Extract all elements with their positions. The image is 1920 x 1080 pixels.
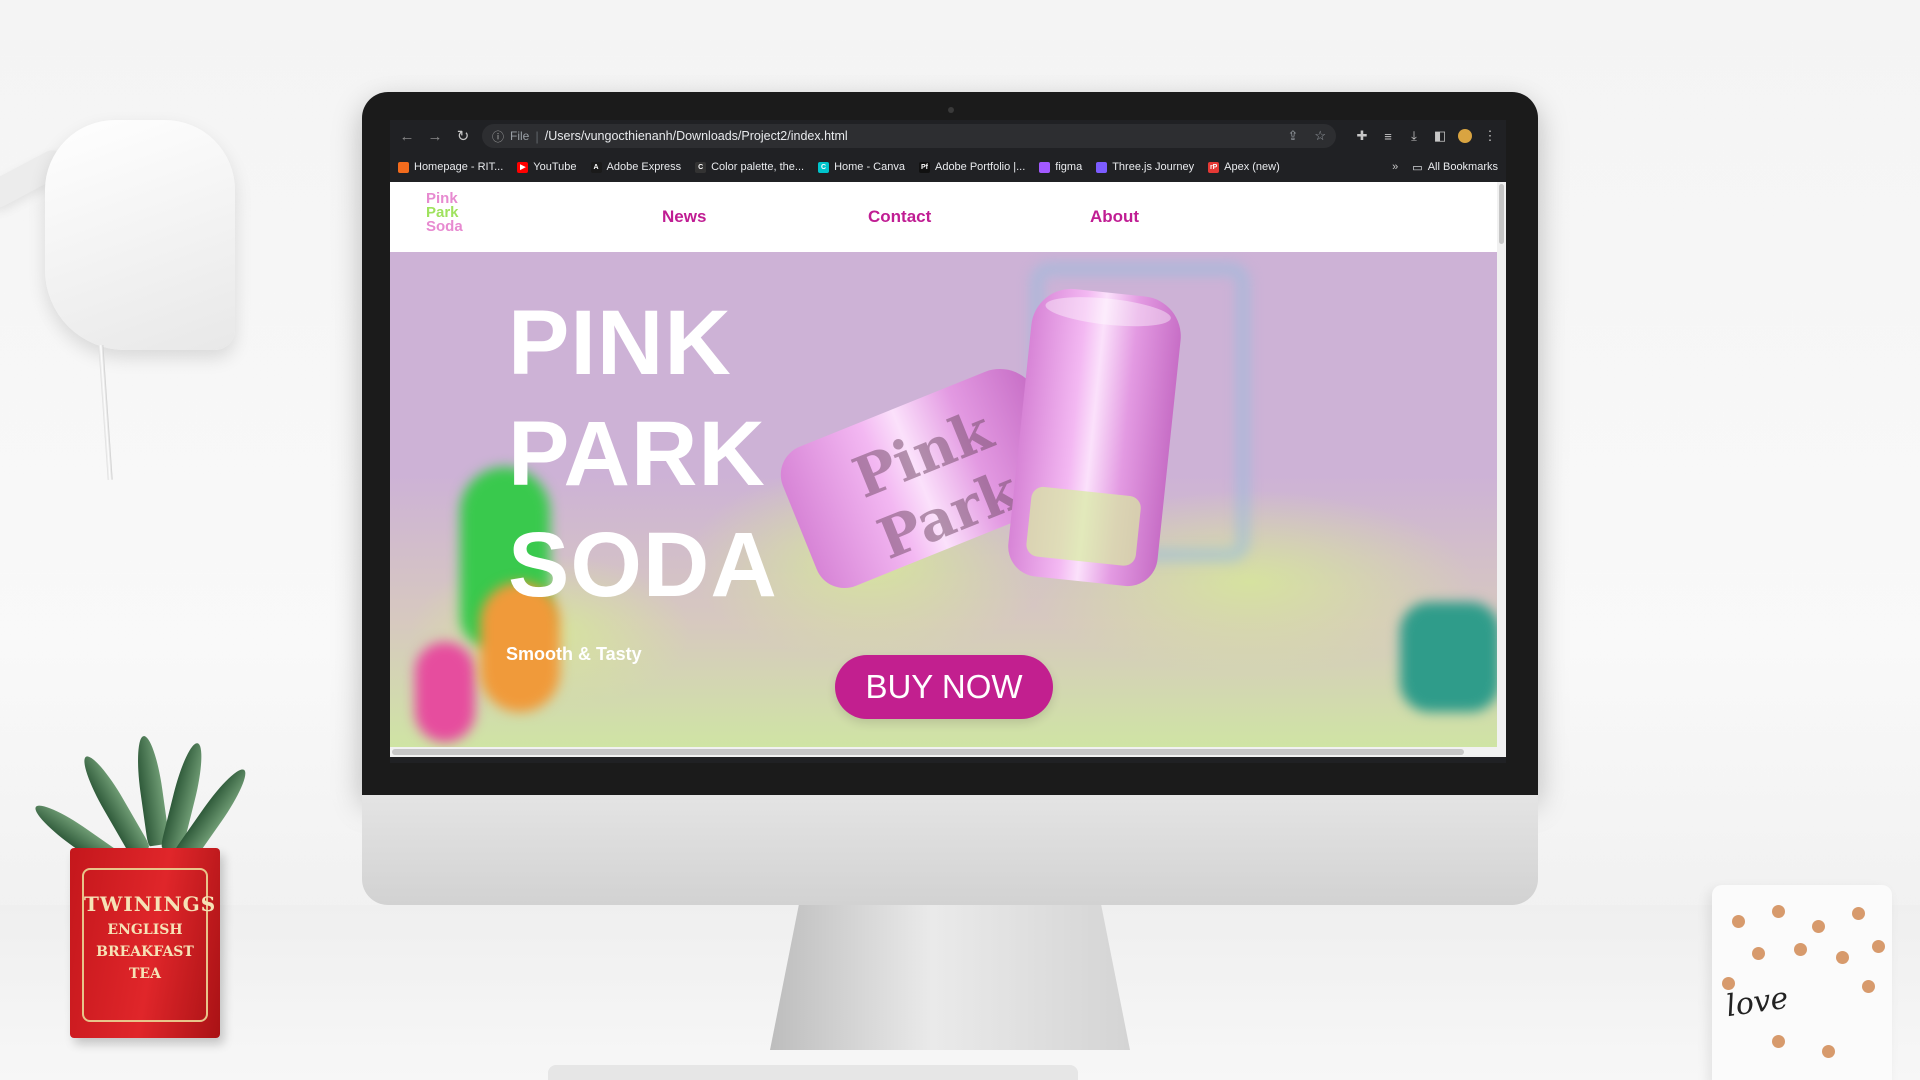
bookmark-favicon-icon: Pf: [918, 161, 930, 173]
hero-section: PINK PARK SODA Smooth & Tasty Pink Park …: [390, 252, 1497, 747]
forward-icon[interactable]: →: [426, 128, 444, 145]
bookmark-label: YouTube: [533, 161, 577, 173]
nav-contact-link[interactable]: Contact: [868, 207, 931, 227]
hero-title-line: SODA: [508, 514, 778, 616]
nav-about-link[interactable]: About: [1090, 207, 1139, 227]
tea-tin-pot: TWININGS ENGLISH BREAKFAST TEA: [70, 848, 220, 1038]
reading-list-icon[interactable]: ≡: [1380, 129, 1396, 144]
bookmark-favicon-icon: C: [818, 161, 830, 173]
bookmark-label: Adobe Express: [606, 161, 682, 173]
all-bookmarks-button[interactable]: ▭ All Bookmarks: [1412, 161, 1498, 174]
bookmark-label: Adobe Portfolio |...: [934, 161, 1026, 173]
keyboard: [548, 1065, 1078, 1080]
address-separator: |: [535, 128, 539, 144]
tea-tin-label: TWININGS ENGLISH BREAKFAST TEA: [82, 868, 217, 1022]
hero-title-line: PARK: [508, 403, 766, 505]
bookmark-label: figma: [1055, 161, 1083, 173]
webcam: [948, 107, 954, 113]
browser-toolbar: ← → ↻ ⓘ File | /Users/vungocthienanh/Dow…: [390, 120, 1506, 152]
tea-tin-brand: TWININGS: [84, 892, 217, 916]
bg-blob: [415, 642, 475, 742]
profile-avatar[interactable]: [1458, 129, 1472, 143]
bookmark-label: Apex (new): [1224, 161, 1280, 173]
bookmark-favicon-icon: [1039, 161, 1051, 173]
page-viewport: Pink Park Soda News Contact About PINK P…: [390, 182, 1506, 757]
tea-tin-line: ENGLISH: [107, 922, 183, 938]
folder-icon: ▭: [1412, 161, 1423, 174]
address-bar[interactable]: ⓘ File | /Users/vungocthienanh/Downloads…: [482, 124, 1336, 148]
lamp-rod: [98, 344, 113, 481]
bookmark-item[interactable]: Pf Adobe Portfolio |...: [918, 161, 1026, 173]
hero-title-line: PINK: [508, 292, 732, 394]
bookmark-label: Homepage - RIT...: [414, 161, 504, 173]
bookmark-favicon-icon: rP: [1208, 161, 1220, 173]
bookmark-favicon-icon: [398, 161, 409, 173]
bookmark-item[interactable]: Homepage - RIT...: [398, 161, 503, 173]
scrollbar-thumb[interactable]: [1499, 184, 1504, 244]
tea-tin-line: BREAKFAST: [96, 944, 194, 960]
address-url[interactable]: /Users/vungocthienanh/Downloads/Project2…: [545, 129, 848, 143]
address-scheme: File: [510, 129, 530, 143]
bookmark-item[interactable]: ▶ YouTube: [517, 161, 577, 173]
hero-subtitle: Smooth & Tasty: [506, 644, 642, 664]
bookmark-star-icon[interactable]: ☆: [1314, 128, 1326, 144]
browser-window: ← → ↻ ⓘ File | /Users/vungocthienanh/Dow…: [390, 120, 1506, 763]
imac-chin: [362, 795, 1538, 905]
bg-blob: [1400, 602, 1497, 712]
scrollbar-thumb[interactable]: [392, 749, 1464, 755]
reload-icon[interactable]: ↻: [454, 127, 472, 145]
bookmark-favicon-icon: A: [590, 161, 602, 173]
side-panel-icon[interactable]: ◧: [1432, 128, 1448, 144]
bookmark-label: Three.js Journey: [1112, 161, 1195, 173]
bookmark-item[interactable]: A Adobe Express: [590, 161, 682, 173]
menu-kebab-icon[interactable]: ⋮: [1482, 128, 1498, 144]
site-logo[interactable]: Pink Park Soda: [426, 191, 482, 242]
bookmark-item[interactable]: C Color palette, the...: [695, 161, 804, 173]
buy-now-button[interactable]: BUY NOW: [835, 655, 1053, 719]
vertical-scrollbar[interactable]: [1497, 182, 1506, 747]
bookmark-item[interactable]: Three.js Journey: [1096, 161, 1194, 173]
bookmark-item[interactable]: figma: [1039, 161, 1082, 173]
bookmark-item[interactable]: rP Apex (new): [1208, 161, 1280, 173]
can-lid: [1044, 292, 1173, 332]
logo-line: Soda: [426, 218, 463, 235]
bookmark-favicon-icon: ▶: [517, 161, 529, 173]
bookmark-item[interactable]: C Home - Canva: [818, 161, 905, 173]
back-icon[interactable]: ←: [398, 128, 416, 145]
polka-dot-mug: love: [1712, 885, 1892, 1080]
mug-text: love: [1723, 980, 1791, 1025]
bookmarks-overflow-button[interactable]: »: [1392, 161, 1398, 173]
bookmark-label: Home - Canva: [834, 161, 905, 173]
hero-title: PINK PARK SODA: [508, 288, 778, 621]
info-icon[interactable]: ⓘ: [492, 128, 504, 145]
share-icon[interactable]: ⇪: [1287, 128, 1298, 144]
soda-can-standing: [1005, 284, 1185, 590]
imac-stand: [770, 905, 1130, 1050]
site-header: Pink Park Soda News Contact About: [390, 182, 1506, 252]
bookmark-favicon-icon: C: [695, 161, 707, 173]
horizontal-scrollbar[interactable]: [390, 747, 1506, 757]
tea-tin-line: TEA: [129, 966, 161, 982]
download-icon[interactable]: ⤓: [1406, 128, 1422, 144]
lamp-head: [45, 120, 235, 350]
nav-news-link[interactable]: News: [662, 207, 706, 227]
extensions-icon[interactable]: ✚: [1354, 128, 1370, 144]
bookmark-favicon-icon: [1096, 161, 1108, 173]
can-window: [1025, 485, 1142, 567]
bookmarks-bar: Homepage - RIT... ▶ YouTube A Adobe Express C…: [390, 152, 1506, 182]
bookmark-label: Color palette, the...: [711, 161, 805, 173]
all-bookmarks-label: All Bookmarks: [1427, 161, 1498, 173]
